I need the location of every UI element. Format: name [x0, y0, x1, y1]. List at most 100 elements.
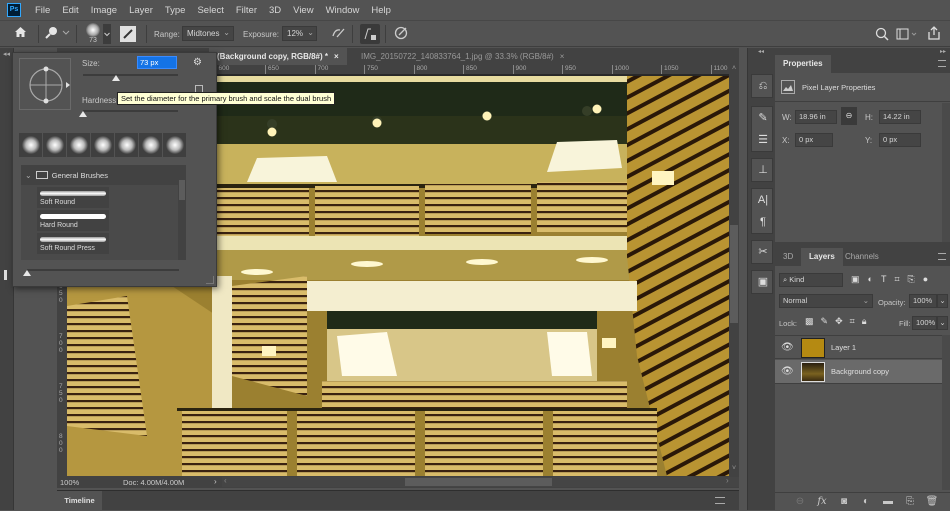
- protect-tones-icon[interactable]: [393, 26, 409, 43]
- lock-position-icon[interactable]: ✥: [835, 316, 843, 327]
- status-menu-arrow-icon[interactable]: ›: [214, 477, 217, 486]
- adjustment-layer-icon[interactable]: ◐: [858, 496, 874, 507]
- panel-menu-icon[interactable]: [938, 60, 946, 67]
- menu-file[interactable]: File: [29, 5, 56, 16]
- add-mask-icon[interactable]: ◙: [836, 496, 852, 507]
- brush-angle-roundness-widget[interactable]: [19, 58, 71, 110]
- tab-timeline[interactable]: Timeline: [57, 491, 102, 511]
- scroll-up-icon[interactable]: ˄: [730, 65, 738, 72]
- recent-brush-swatch[interactable]: [139, 133, 162, 157]
- opacity-field[interactable]: 100%: [909, 294, 937, 308]
- fill-field[interactable]: 100%: [912, 316, 937, 330]
- tab-3d[interactable]: 3D: [775, 248, 801, 266]
- brush-folder-general[interactable]: ⌄ General Brushes: [21, 165, 186, 185]
- x-field[interactable]: 0 px: [795, 133, 833, 147]
- panel-menu-icon[interactable]: [938, 253, 946, 260]
- scroll-down-icon[interactable]: ˅: [730, 465, 738, 472]
- tab-channels[interactable]: Channels: [837, 248, 887, 266]
- collapse-dock-icon[interactable]: ▸▸: [774, 48, 950, 55]
- libraries-icon[interactable]: ▣: [752, 271, 774, 293]
- filter-smart-object-icon[interactable]: ⎘: [908, 274, 915, 285]
- tab-properties[interactable]: Properties: [775, 55, 831, 73]
- menu-edit[interactable]: Edit: [56, 5, 84, 16]
- menu-filter[interactable]: Filter: [230, 5, 263, 16]
- size-slider-track[interactable]: [83, 74, 178, 76]
- exposure-field[interactable]: 12% ⌄: [282, 26, 317, 41]
- opacity-dropdown[interactable]: ⌄: [937, 294, 948, 308]
- scroll-left-icon[interactable]: ‹: [224, 476, 227, 485]
- hardness-slider-track[interactable]: [83, 110, 178, 112]
- size-input[interactable]: 73 px: [137, 56, 177, 69]
- brush-preset-button[interactable]: 73: [83, 23, 103, 45]
- tool-preset-picker[interactable]: [44, 26, 70, 42]
- horizontal-scroll-thumb[interactable]: [405, 478, 552, 486]
- recent-brush-swatch[interactable]: [115, 133, 138, 157]
- recent-brush-swatch[interactable]: [43, 133, 66, 157]
- recent-brush-swatch[interactable]: [163, 133, 186, 157]
- filter-kind-select[interactable]: ⌕ Kind: [779, 273, 843, 287]
- photoshop-logo[interactable]: Ps: [7, 3, 21, 17]
- tab-background-copy[interactable]: (Background copy, RGB/8#) * ×: [209, 48, 347, 65]
- chevron-down-icon[interactable]: ⌄: [307, 28, 314, 38]
- paragraph-icon[interactable]: ¶: [752, 211, 774, 233]
- lock-all-icon[interactable]: 🔒︎: [862, 316, 867, 327]
- search-icon[interactable]: [875, 27, 889, 41]
- layer-row-background-copy[interactable]: 👁︎ Background copy: [775, 360, 950, 384]
- horizontal-scrollbar[interactable]: ‹ ›: [222, 476, 739, 487]
- workspace-switcher[interactable]: [896, 27, 920, 41]
- new-group-icon[interactable]: ▬: [880, 496, 896, 507]
- height-field[interactable]: 14.22 in: [879, 110, 921, 124]
- size-slider-handle[interactable]: [112, 75, 120, 81]
- adjustments-icon[interactable]: ☰: [752, 129, 774, 151]
- menu-help[interactable]: Help: [365, 5, 397, 16]
- visibility-eye-icon[interactable]: 👁︎: [781, 366, 794, 378]
- scroll-right-icon[interactable]: ›: [726, 476, 729, 485]
- range-select[interactable]: Midtones ⌄: [182, 26, 234, 41]
- preview-size-slider-handle[interactable]: [23, 270, 31, 276]
- recent-brush-swatch[interactable]: [67, 133, 90, 157]
- filter-type-icon[interactable]: T: [881, 274, 887, 285]
- tool-presets-icon[interactable]: ✂: [752, 241, 774, 263]
- link-dimensions-icon[interactable]: ⊖: [841, 107, 857, 125]
- recent-brush-swatch[interactable]: [19, 133, 42, 157]
- airbrush-icon[interactable]: [330, 27, 346, 42]
- share-icon[interactable]: [927, 25, 941, 41]
- menu-window[interactable]: Window: [320, 5, 366, 16]
- filter-shape-icon[interactable]: ⌗: [894, 274, 899, 285]
- expand-panels-icon[interactable]: ◂◂: [748, 48, 774, 55]
- vertical-scrollbar[interactable]: ˄ ˅: [729, 65, 739, 476]
- layer-style-fx-icon[interactable]: fx: [814, 496, 830, 507]
- pressure-size-toggle[interactable]: [360, 24, 380, 44]
- filter-adjustment-icon[interactable]: ◐: [868, 274, 873, 285]
- hardness-slider-handle[interactable]: [79, 111, 87, 117]
- vertical-scroll-thumb[interactable]: [730, 225, 738, 323]
- menu-type[interactable]: Type: [159, 5, 192, 16]
- close-icon[interactable]: ×: [560, 52, 565, 61]
- clone-source-icon[interactable]: ⊥: [752, 159, 774, 181]
- y-field[interactable]: 0 px: [879, 133, 921, 147]
- new-layer-icon[interactable]: ⎘: [902, 496, 918, 507]
- filter-toggle-icon[interactable]: ●: [923, 274, 928, 285]
- brush-list-item[interactable]: Soft Round Press: [37, 233, 109, 254]
- brush-list-scroll-thumb[interactable]: [179, 180, 185, 200]
- menu-select[interactable]: Select: [191, 5, 229, 16]
- menu-3d[interactable]: 3D: [263, 5, 287, 16]
- brush-list-scrollbar[interactable]: [178, 165, 186, 260]
- link-layers-icon[interactable]: ⊖: [792, 496, 808, 507]
- recent-brush-swatch[interactable]: [91, 133, 114, 157]
- menu-layer[interactable]: Layer: [123, 5, 159, 16]
- tab-img-file[interactable]: IMG_20150722_140833764_1.jpg @ 33.3% (RG…: [353, 48, 572, 65]
- lock-image-icon[interactable]: ✎: [821, 316, 829, 327]
- layers-scrollbar[interactable]: [942, 335, 950, 490]
- lock-artboard-icon[interactable]: ⌗: [850, 316, 855, 327]
- close-icon[interactable]: ×: [334, 52, 339, 61]
- filter-pixel-icon[interactable]: ▣: [851, 274, 860, 285]
- brush-list-item[interactable]: Soft Round: [37, 187, 109, 208]
- delete-layer-icon[interactable]: 🗑︎: [924, 496, 940, 507]
- preview-size-slider-track[interactable]: [27, 269, 179, 271]
- brush-settings-panel-toggle[interactable]: [120, 26, 136, 42]
- panel-menu-icon[interactable]: [715, 497, 725, 504]
- home-icon[interactable]: [12, 26, 28, 41]
- resize-grip-icon[interactable]: [206, 276, 214, 284]
- menu-image[interactable]: Image: [85, 5, 123, 16]
